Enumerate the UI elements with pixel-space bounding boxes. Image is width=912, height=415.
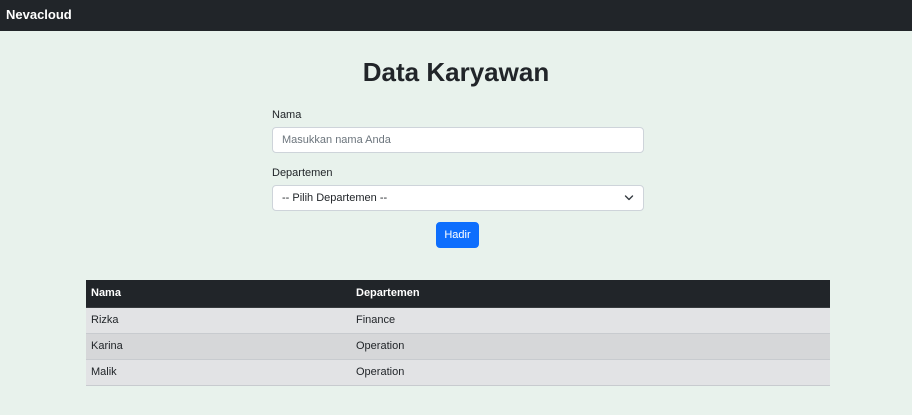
navbar-brand[interactable]: Nevacloud	[6, 7, 72, 23]
table-row: Karina Operation	[86, 333, 830, 360]
chevron-down-icon	[624, 195, 634, 201]
navbar: Nevacloud	[0, 0, 912, 31]
hadir-button[interactable]: Hadir	[436, 222, 479, 248]
cell-nama: Karina	[86, 333, 351, 360]
cell-departemen: Operation	[351, 359, 830, 386]
table-row: Rizka Finance	[86, 307, 830, 334]
cell-nama: Malik	[86, 359, 351, 386]
departemen-label: Departemen	[272, 167, 333, 179]
departemen-select-value: -- Pilih Departemen --	[282, 192, 388, 204]
departemen-select[interactable]: -- Pilih Departemen --	[272, 185, 644, 211]
cell-departemen: Operation	[351, 333, 830, 360]
employee-table: Nama Departemen Rizka Finance Karina Ope…	[86, 280, 830, 386]
column-header-nama: Nama	[86, 280, 351, 308]
nama-input[interactable]	[272, 127, 644, 153]
cell-departemen: Finance	[351, 307, 830, 334]
table-header-row: Nama Departemen	[86, 280, 830, 308]
table-row: Malik Operation	[86, 359, 830, 386]
nama-label: Nama	[272, 109, 302, 121]
page-title: Data Karyawan	[362, 57, 550, 87]
cell-nama: Rizka	[86, 307, 351, 334]
column-header-departemen: Departemen	[351, 280, 830, 308]
